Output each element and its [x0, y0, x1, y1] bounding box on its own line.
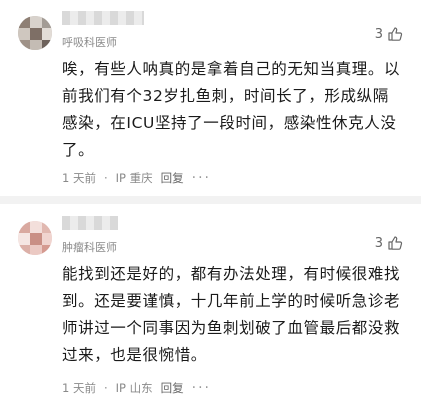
comment-time: 1 天前 — [62, 381, 96, 395]
like-count: 3 — [374, 235, 383, 251]
meta-dot: · — [103, 381, 108, 395]
thumbs-up-icon — [388, 27, 403, 41]
avatar-image-icon — [18, 221, 52, 255]
comment-location: IP 山东 — [115, 381, 153, 395]
avatar[interactable] — [18, 16, 52, 50]
user-role: 呼吸科医师 — [62, 36, 117, 49]
meta-dot: · — [103, 171, 108, 185]
username-blurred[interactable] — [62, 10, 144, 26]
username-mosaic — [62, 216, 118, 230]
like-button[interactable]: 3 — [375, 26, 403, 42]
username-blurred[interactable] — [62, 215, 118, 231]
reply-button[interactable]: 回复 — [161, 380, 184, 396]
comment-time: 1 天前 — [62, 171, 96, 185]
comment-meta: 1 天前 · IP 重庆 回复 ··· — [62, 170, 211, 186]
comment-text: 唉，有些人呐真的是拿着自己的无知当真理。以前我们有个32岁扎鱼刺，时间长了，形成… — [62, 60, 401, 159]
comment-location: IP 重庆 — [115, 171, 153, 185]
divider — [0, 196, 421, 204]
more-options-button[interactable]: ··· — [192, 380, 211, 396]
comment-meta: 1 天前 · IP 山东 回复 ··· — [62, 380, 211, 396]
thumbs-up-icon — [388, 236, 403, 250]
comment-1: 呼吸科医师 3 唉，有些人呐真的是拿着自己的无知当真理。以前我们有个32岁扎鱼刺… — [0, 0, 421, 205]
avatar-image-icon — [18, 16, 52, 50]
like-count: 3 — [374, 26, 383, 42]
avatar[interactable] — [18, 221, 52, 255]
like-button[interactable]: 3 — [375, 235, 403, 251]
comment-text: 能找到还是好的，都有办法处理，有时候很难找到。还是要谨慎，十几年前上学的时候听急… — [62, 265, 401, 364]
user-role: 肿瘤科医师 — [62, 241, 117, 254]
more-options-button[interactable]: ··· — [192, 170, 211, 186]
comment-2: 肿瘤科医师 3 能找到还是好的，都有办法处理，有时候很难找到。还是要谨慎，十几年… — [0, 205, 421, 411]
username-mosaic — [62, 11, 144, 25]
reply-button[interactable]: 回复 — [161, 170, 184, 186]
